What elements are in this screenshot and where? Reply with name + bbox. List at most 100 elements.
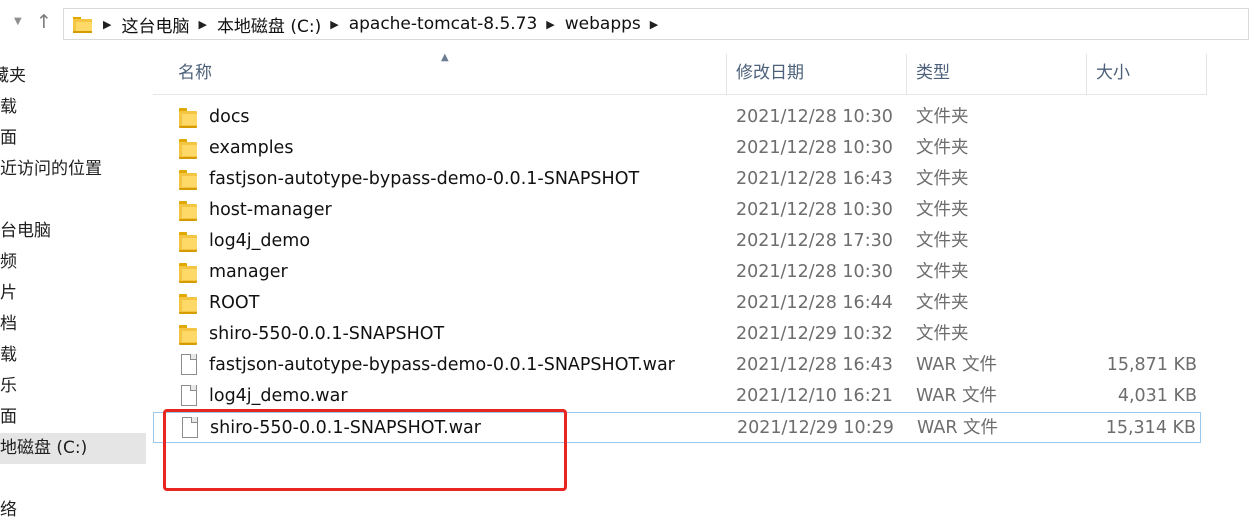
file-type: 文件夹 xyxy=(916,200,969,220)
breadcrumb-separator-icon[interactable]: ▶ xyxy=(546,18,554,31)
file-date: 2021/12/29 10:29 xyxy=(737,418,894,438)
column-header-type[interactable]: 类型 xyxy=(906,54,1086,94)
sidebar-item-label: 面 xyxy=(0,128,17,148)
sidebar-item-videos[interactable]: 频 xyxy=(0,247,146,278)
annotation-highlight-box xyxy=(163,409,567,491)
sidebar-item-local-disk[interactable]: 地磁盘 (C:) xyxy=(0,433,146,464)
file-date: 2021/12/28 16:43 xyxy=(736,355,893,375)
file-type: WAR 文件 xyxy=(917,418,999,438)
address-toolbar: ▼ ↑ ▶ 这台电脑 ▶ 本地磁盘 (C:) ▶ apache-tomcat-8… xyxy=(0,0,1249,48)
breadcrumb-separator-icon[interactable]: ▶ xyxy=(650,18,658,31)
file-name: shiro-550-0.0.1-SNAPSHOT xyxy=(209,324,445,344)
sidebar-item-label: 频 xyxy=(0,252,17,272)
file-date: 2021/12/28 10:30 xyxy=(736,138,893,158)
file-name: docs xyxy=(209,107,250,127)
folder-icon xyxy=(179,232,199,252)
file-date: 2021/12/28 16:43 xyxy=(736,169,893,189)
breadcrumb-this-pc[interactable]: 这台电脑 xyxy=(121,12,189,37)
folder-icon xyxy=(179,294,199,314)
breadcrumb-separator-icon[interactable]: ▶ xyxy=(103,18,111,31)
sidebar-item-label: 载 xyxy=(0,345,17,365)
file-type: WAR 文件 xyxy=(916,355,998,375)
address-bar[interactable]: ▶ 这台电脑 ▶ 本地磁盘 (C:) ▶ apache-tomcat-8.5.7… xyxy=(63,8,1249,40)
file-row[interactable]: fastjson-autotype-bypass-demo-0.0.1-SNAP… xyxy=(153,350,1201,381)
breadcrumb-separator-icon[interactable]: ▶ xyxy=(198,18,206,31)
up-arrow-icon[interactable]: ↑ xyxy=(36,12,52,32)
file-row[interactable]: shiro-550-0.0.1-SNAPSHOT 2021/12/29 10:3… xyxy=(153,319,1201,350)
folder-icon xyxy=(179,139,199,159)
sidebar-item-label: 藏夹 xyxy=(0,66,26,86)
sidebar-item-label: 台电脑 xyxy=(0,221,51,241)
sidebar-item-this-pc[interactable]: 台电脑 xyxy=(0,216,146,247)
sidebar-item-label: 近访问的位置 xyxy=(0,159,102,179)
folder-icon xyxy=(179,263,199,283)
sidebar-item-label: 地磁盘 (C:) xyxy=(0,438,88,458)
file-size: 15,871 KB xyxy=(1106,355,1197,375)
sidebar-item-documents[interactable]: 档 xyxy=(0,309,146,340)
file-row[interactable]: ROOT 2021/12/28 16:44 文件夹 xyxy=(153,288,1201,319)
file-row[interactable]: docs 2021/12/28 10:30 文件夹 xyxy=(153,102,1201,133)
file-date: 2021/12/28 16:44 xyxy=(736,293,893,313)
chevron-down-icon[interactable]: ▼ xyxy=(14,16,22,27)
file-icon xyxy=(179,354,199,375)
file-name: fastjson-autotype-bypass-demo-0.0.1-SNAP… xyxy=(209,355,675,375)
breadcrumb-tomcat[interactable]: apache-tomcat-8.5.73 xyxy=(349,14,538,34)
breadcrumb-separator-icon[interactable]: ▶ xyxy=(330,18,338,31)
column-divider[interactable] xyxy=(1206,54,1207,94)
column-header-name[interactable]: 名称 xyxy=(168,54,726,94)
file-type: 文件夹 xyxy=(916,324,969,344)
folder-icon xyxy=(179,201,199,221)
file-row[interactable]: host-manager 2021/12/28 10:30 文件夹 xyxy=(153,195,1201,226)
file-row[interactable]: fastjson-autotype-bypass-demo-0.0.1-SNAP… xyxy=(153,164,1201,195)
sidebar-item-label: 载 xyxy=(0,97,17,117)
sidebar-item-downloads[interactable]: 载 xyxy=(0,92,146,123)
folder-icon xyxy=(179,325,199,345)
sidebar-item-downloads-pc[interactable]: 载 xyxy=(0,340,146,371)
sidebar-item-favorites[interactable]: 藏夹 xyxy=(0,61,146,92)
sidebar-item-label: 络 xyxy=(0,500,17,520)
file-date: 2021/12/28 17:30 xyxy=(736,231,893,251)
sidebar-item-label: 乐 xyxy=(0,376,17,396)
sidebar-item-recent-places[interactable]: 近访问的位置 xyxy=(0,154,146,185)
sidebar-item-desktop-pc[interactable]: 面 xyxy=(0,402,146,433)
sidebar-item-label: 面 xyxy=(0,407,17,427)
file-size: 4,031 KB xyxy=(1117,386,1197,406)
file-row[interactable]: manager 2021/12/28 10:30 文件夹 xyxy=(153,257,1201,288)
column-header-size[interactable]: 大小 xyxy=(1086,54,1206,94)
folder-icon xyxy=(179,170,199,190)
file-row[interactable]: log4j_demo.war 2021/12/10 16:21 WAR 文件 4… xyxy=(153,381,1201,412)
file-name: host-manager xyxy=(209,200,332,220)
sidebar-item-music[interactable]: 乐 xyxy=(0,371,146,402)
folder-icon xyxy=(72,15,94,33)
file-size: 15,314 KB xyxy=(1105,418,1196,438)
file-row[interactable]: examples 2021/12/28 10:30 文件夹 xyxy=(153,133,1201,164)
file-name: fastjson-autotype-bypass-demo-0.0.1-SNAP… xyxy=(209,169,640,189)
sidebar-item-network[interactable]: 络 xyxy=(0,495,146,526)
file-date: 2021/12/10 16:21 xyxy=(736,386,893,406)
breadcrumb-webapps[interactable]: webapps xyxy=(565,14,641,34)
file-name: log4j_demo xyxy=(209,231,311,251)
breadcrumb-local-disk[interactable]: 本地磁盘 (C:) xyxy=(217,12,321,37)
sidebar-item-label: 片 xyxy=(0,283,17,303)
file-date: 2021/12/28 10:30 xyxy=(736,262,893,282)
file-name: examples xyxy=(209,138,294,158)
file-date: 2021/12/28 10:30 xyxy=(736,200,893,220)
file-type: 文件夹 xyxy=(916,138,969,158)
file-icon xyxy=(179,385,199,406)
file-name: log4j_demo.war xyxy=(209,386,348,406)
sidebar-item-desktop[interactable]: 面 xyxy=(0,123,146,154)
file-type: WAR 文件 xyxy=(916,386,998,406)
file-date: 2021/12/29 10:32 xyxy=(736,324,893,344)
file-name: ROOT xyxy=(209,293,260,313)
file-type: 文件夹 xyxy=(916,293,969,313)
column-header-date[interactable]: 修改日期 xyxy=(726,54,906,94)
folder-icon xyxy=(179,108,199,128)
file-type: 文件夹 xyxy=(916,169,969,189)
file-date: 2021/12/28 10:30 xyxy=(736,107,893,127)
file-row[interactable]: log4j_demo 2021/12/28 17:30 文件夹 xyxy=(153,226,1201,257)
file-name: manager xyxy=(209,262,288,282)
sidebar-item-pictures[interactable]: 片 xyxy=(0,278,146,309)
sidebar-item-label: 档 xyxy=(0,314,17,334)
file-type: 文件夹 xyxy=(916,231,969,251)
navigation-pane: 藏夹 载 面 近访问的位置 台电脑 频 片 档 载 乐 面 地磁盘 (C:) 络 xyxy=(0,48,150,520)
